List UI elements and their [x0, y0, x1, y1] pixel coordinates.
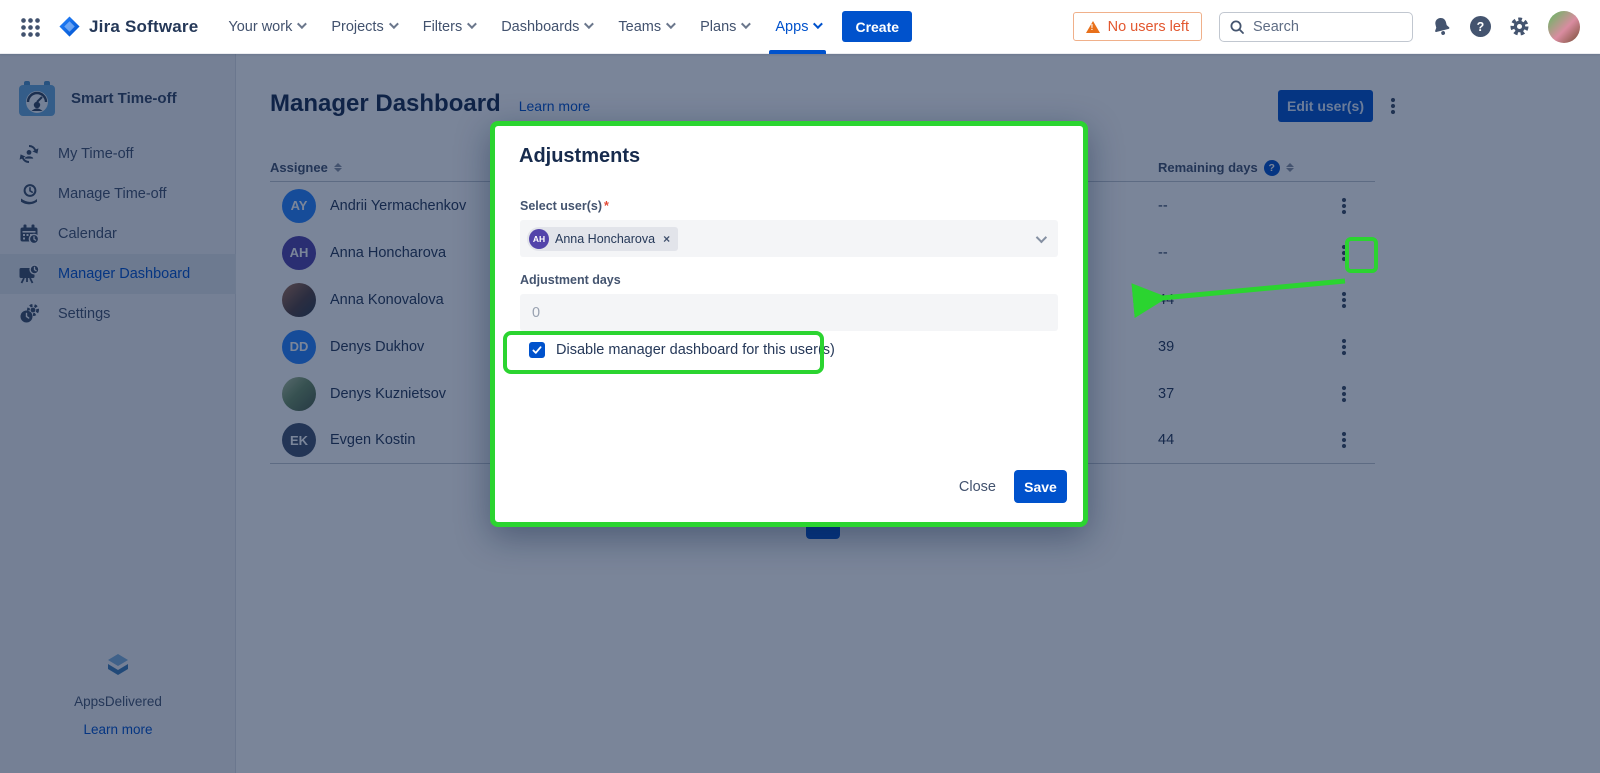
select-users-field[interactable]: AH Anna Honcharova ×	[520, 220, 1058, 257]
top-navigation: Jira Software Your work Projects Filters…	[0, 0, 1600, 54]
search-icon	[1229, 19, 1245, 35]
license-warning-badge[interactable]: No users left	[1073, 12, 1202, 41]
save-button[interactable]: Save	[1014, 470, 1067, 503]
adjustment-days-label: Adjustment days	[520, 273, 621, 287]
select-chevron-down-icon[interactable]	[1036, 231, 1047, 242]
select-users-label: Select user(s)*	[520, 199, 609, 213]
nav-right-cluster: No users left ?	[1073, 11, 1600, 43]
modal-title: Adjustments	[519, 145, 640, 168]
jira-diamond-icon	[58, 15, 81, 38]
brand-name: Jira Software	[89, 17, 198, 37]
search-input[interactable]	[1253, 19, 1393, 35]
nav-item-apps[interactable]: Apps	[775, 0, 820, 54]
adjustment-days-input[interactable]	[520, 294, 1058, 331]
app-switcher-icon[interactable]	[20, 17, 40, 37]
adjustments-modal: Adjustments Select user(s)* AH Anna Honc…	[490, 121, 1088, 527]
notifications-bell-icon[interactable]	[1430, 15, 1453, 38]
chevron-down-icon	[467, 19, 477, 29]
nav-menu: Your work Projects Filters Dashboards Te…	[228, 0, 820, 54]
close-button[interactable]: Close	[959, 479, 996, 495]
chevron-down-icon	[297, 19, 307, 29]
checkbox-label: Disable manager dashboard for this user(…	[556, 342, 835, 358]
help-icon[interactable]: ?	[1470, 16, 1491, 37]
chip-remove-icon[interactable]: ×	[663, 232, 670, 246]
create-button[interactable]: Create	[842, 11, 912, 42]
nav-item-projects[interactable]: Projects	[331, 0, 395, 54]
nav-item-plans[interactable]: Plans	[700, 0, 748, 54]
chip-name: Anna Honcharova	[555, 232, 655, 246]
chevron-down-icon	[666, 19, 676, 29]
selected-user-chip: AH Anna Honcharova ×	[527, 227, 678, 251]
chevron-down-icon	[584, 19, 594, 29]
chevron-down-icon	[813, 19, 823, 29]
disable-dashboard-checkbox[interactable]	[529, 342, 545, 358]
global-search	[1219, 12, 1413, 42]
settings-gear-icon[interactable]	[1508, 15, 1531, 38]
nav-item-filters[interactable]: Filters	[423, 0, 474, 54]
nav-item-your-work[interactable]: Your work	[228, 0, 304, 54]
nav-item-teams[interactable]: Teams	[618, 0, 673, 54]
chip-avatar: AH	[529, 229, 549, 249]
warning-icon	[1086, 21, 1100, 33]
required-asterisk: *	[604, 199, 609, 213]
nav-item-dashboards[interactable]: Dashboards	[501, 0, 591, 54]
warning-text: No users left	[1108, 19, 1189, 35]
jira-logo[interactable]: Jira Software	[58, 15, 198, 38]
screen: Jira Software Your work Projects Filters…	[0, 0, 1600, 773]
chevron-down-icon	[389, 19, 399, 29]
user-avatar[interactable]	[1548, 11, 1580, 43]
chevron-down-icon	[741, 19, 751, 29]
